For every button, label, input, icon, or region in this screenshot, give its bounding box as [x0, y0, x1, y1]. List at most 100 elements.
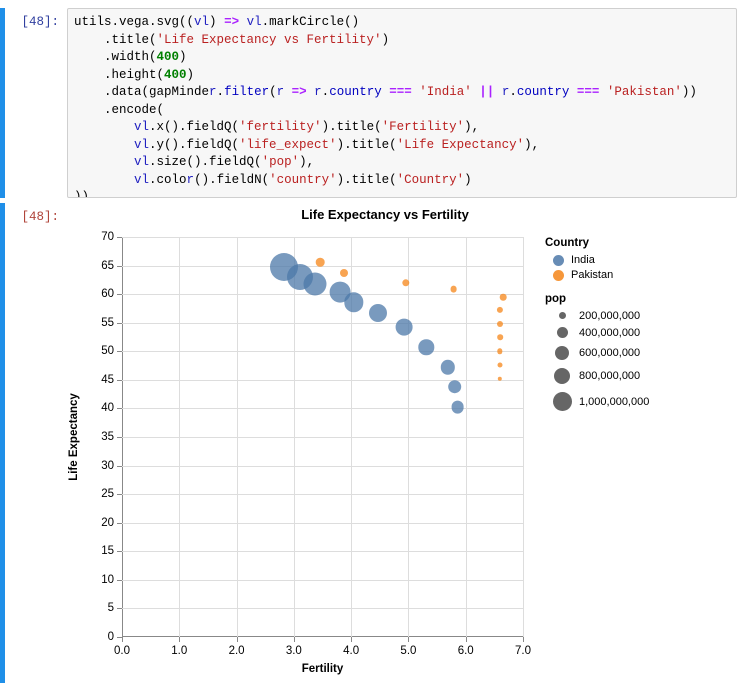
y-tick-label: 70	[101, 231, 114, 243]
y-tick-label: 35	[101, 431, 114, 443]
data-point-pakistan[interactable]	[315, 257, 325, 267]
x-tick-label: 2.0	[228, 645, 245, 657]
y-tick	[117, 551, 122, 553]
legend-color-dot-icon	[552, 254, 564, 266]
data-point-india[interactable]	[418, 339, 434, 355]
data-point-pakistan[interactable]	[450, 285, 458, 293]
output-prompt-label: [48]:	[21, 210, 59, 224]
data-point-india[interactable]	[451, 400, 465, 414]
legend-item[interactable]: Pakistan	[545, 268, 735, 282]
y-tick-label: 15	[101, 545, 114, 558]
size-legend-circle-icon	[553, 368, 571, 385]
y-tick-label: 5	[107, 602, 114, 615]
data-point-pakistan[interactable]	[499, 293, 507, 301]
x-tick	[351, 637, 353, 642]
x-tick	[523, 637, 524, 642]
data-point-pakistan[interactable]	[497, 320, 504, 327]
size-legend-label: 800,000,000	[579, 370, 641, 383]
size-legend-label: 200,000,000	[579, 309, 641, 322]
x-tick-label: 5.0	[400, 645, 417, 657]
y-tick-label: 60	[101, 288, 114, 301]
y-tick	[117, 265, 122, 267]
size-legend-circle-icon	[558, 312, 566, 319]
size-legend-dot-cell	[545, 312, 579, 319]
y-tick	[117, 494, 122, 496]
y-tick-label: 25	[101, 488, 114, 501]
data-point-india[interactable]	[369, 304, 388, 322]
size-legend-circle-icon	[552, 392, 572, 412]
color-legend-items: India Pakistan	[545, 253, 735, 282]
y-tick-label: 65	[101, 259, 114, 272]
vega-chart: Life Expectancy vs Fertility Life Expect…	[67, 203, 745, 678]
x-axis-title: Fertility	[301, 663, 344, 675]
size-legend-item: 600,000,000	[545, 343, 735, 363]
size-legend-dot-cell	[545, 368, 579, 385]
x-tick	[408, 637, 410, 642]
y-tick-label: 40	[101, 402, 114, 415]
y-gridline	[122, 294, 523, 296]
x-tick-label: 0.0	[114, 645, 130, 657]
y-tick-label: 45	[101, 373, 114, 386]
y-gridline	[122, 579, 523, 581]
x-tick	[179, 637, 181, 642]
data-point-india[interactable]	[440, 360, 456, 375]
input-prompt-label: [48]:	[21, 15, 59, 29]
x-tick-label: 1.0	[171, 645, 188, 657]
y-tick-label: 55	[101, 316, 114, 329]
y-gridline	[122, 494, 523, 496]
data-point-pakistan[interactable]	[497, 334, 503, 340]
data-point-pakistan[interactable]	[497, 362, 503, 368]
y-tick	[117, 608, 122, 610]
data-point-pakistan[interactable]	[339, 269, 348, 277]
y-tick	[117, 637, 122, 638]
y-gridline	[122, 465, 523, 467]
y-gridline	[122, 608, 523, 610]
size-legend-circle-icon	[555, 346, 569, 360]
y-tick	[117, 522, 122, 524]
y-gridline	[122, 237, 523, 238]
code-cell-output: [48]: Life Expectancy vs Fertility Life …	[0, 203, 745, 683]
data-point-pakistan[interactable]	[496, 307, 504, 314]
legend-color-dot-icon	[552, 269, 564, 281]
size-legend-label: 400,000,000	[579, 326, 641, 339]
size-legend-item: 400,000,000	[545, 324, 735, 341]
data-point-pakistan[interactable]	[497, 348, 503, 354]
y-tick-label: 30	[101, 459, 114, 472]
size-legend-item: 800,000,000	[545, 365, 735, 387]
x-tick	[236, 637, 238, 642]
code-editor[interactable]: utils.vega.svg((vl) => vl.markCircle() .…	[67, 8, 737, 198]
x-gridline	[523, 237, 524, 637]
size-legend-items: 200,000,000 400,000,000 600,000,000 800,000…	[545, 309, 735, 414]
code-cell-input[interactable]: [48]: utils.vega.svg((vl) => vl.markCirc…	[0, 8, 745, 198]
x-tick	[293, 637, 295, 642]
y-tick	[117, 379, 122, 381]
y-gridline	[122, 379, 523, 381]
y-tick	[117, 351, 122, 353]
y-tick-label: 0	[107, 631, 114, 643]
data-point-india[interactable]	[344, 292, 364, 312]
size-legend-circle-icon	[556, 327, 568, 338]
y-gridline	[122, 351, 523, 353]
size-legend-dot-cell	[545, 392, 579, 412]
legend-swatch-cell	[545, 254, 571, 266]
size-legend-item: 200,000,000	[545, 309, 735, 322]
y-tick	[117, 294, 122, 296]
y-tick	[117, 322, 122, 324]
legend-item[interactable]: India	[545, 253, 735, 267]
y-gridline	[122, 551, 523, 553]
y-tick-label: 10	[101, 573, 114, 586]
x-tick-label: 7.0	[515, 645, 531, 657]
data-point-india[interactable]	[396, 318, 413, 336]
y-tick-label: 50	[101, 345, 114, 358]
chart-output: Life Expectancy vs Fertility Life Expect…	[67, 203, 745, 683]
y-tick	[117, 237, 122, 238]
x-tick	[465, 637, 467, 642]
size-legend-dot-cell	[545, 346, 579, 360]
notebook-page: [48]: utils.vega.svg((vl) => vl.markCirc…	[0, 0, 745, 691]
y-tick	[117, 579, 122, 581]
y-tick	[117, 437, 122, 438]
y-tick	[117, 408, 122, 410]
data-point-india[interactable]	[303, 272, 327, 296]
y-axis-title: Life Expectancy	[68, 393, 80, 481]
data-point-india[interactable]	[448, 379, 462, 394]
